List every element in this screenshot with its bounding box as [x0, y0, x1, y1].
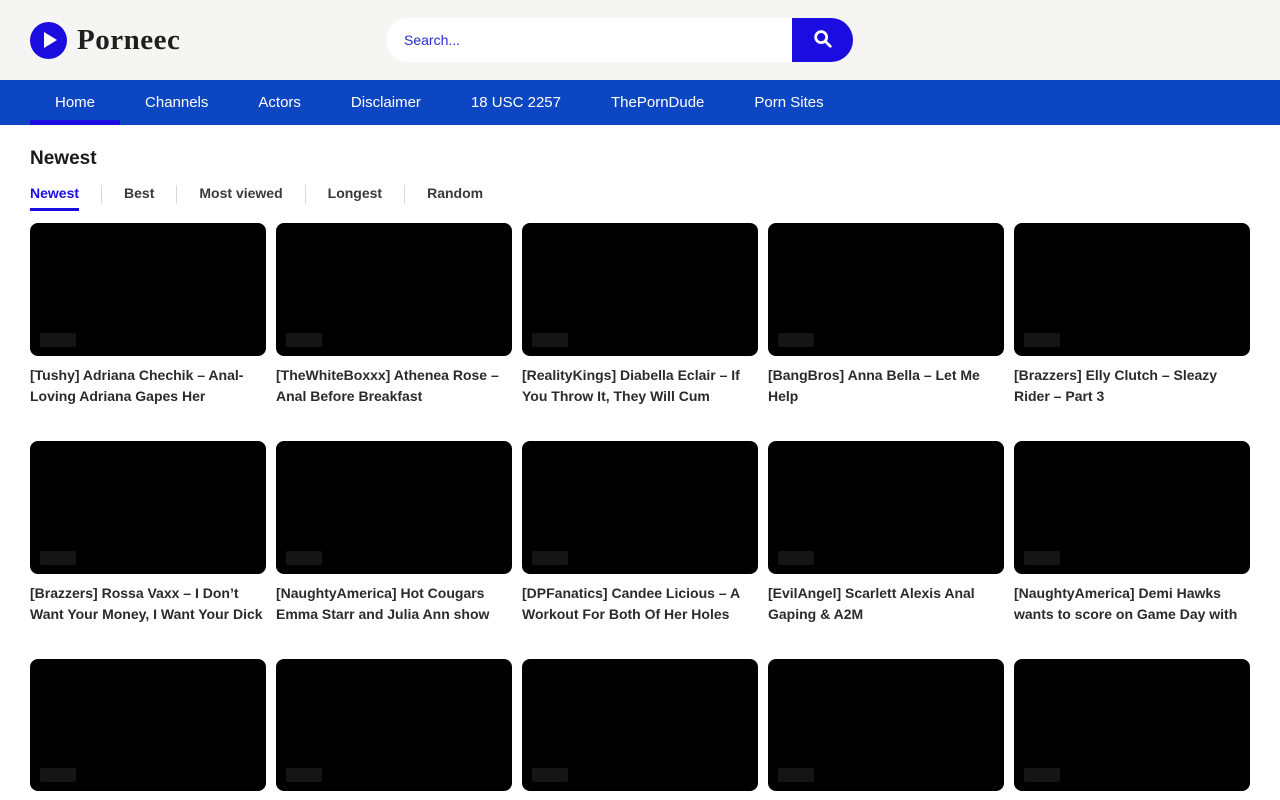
video-card[interactable]: [RealityKings] Diabella Eclair – If You … [522, 223, 758, 407]
nav-item-porn-sites[interactable]: Porn Sites [729, 80, 848, 125]
sort-tabs: Newest Best Most viewed Longest Random [30, 183, 1250, 211]
duration-badge [1024, 551, 1060, 565]
video-grid: [Tushy] Adriana Chechik – Anal-Loving Ad… [30, 223, 1250, 800]
duration-badge [532, 333, 568, 347]
video-title[interactable]: [TheWhiteBoxxx] Athenea Rose – Anal Befo… [276, 365, 512, 407]
video-title[interactable]: [NaughtyAmerica] Demi Hawks wants to sco… [1014, 583, 1250, 625]
main-nav: Home Channels Actors Disclaimer 18 USC 2… [0, 80, 1280, 125]
video-card[interactable] [30, 659, 266, 800]
duration-badge [286, 768, 322, 782]
duration-badge [40, 551, 76, 565]
video-thumbnail [30, 441, 266, 574]
site-logo[interactable]: Porneec [30, 22, 180, 59]
video-card[interactable]: [Brazzers] Rossa Vaxx – I Don’t Want You… [30, 441, 266, 625]
video-card[interactable]: [Brazzers] Elly Clutch – Sleazy Rider – … [1014, 223, 1250, 407]
video-thumbnail [522, 441, 758, 574]
main-content: Newest Newest Best Most viewed Longest R… [0, 148, 1280, 800]
video-title[interactable]: [NaughtyAmerica] Hot Cougars Emma Starr … [276, 583, 512, 625]
video-thumbnail [30, 223, 266, 356]
video-thumbnail [768, 441, 1004, 574]
video-card[interactable] [768, 659, 1004, 800]
duration-badge [286, 551, 322, 565]
duration-badge [40, 333, 76, 347]
brand-name: Porneec [77, 24, 180, 57]
video-thumbnail [522, 223, 758, 356]
video-thumbnail [30, 659, 266, 792]
tab-divider [404, 185, 405, 204]
search-icon [812, 28, 834, 53]
search-button[interactable] [792, 18, 853, 62]
video-thumbnail [276, 223, 512, 356]
nav-item-home[interactable]: Home [30, 80, 120, 125]
video-title[interactable]: [Tushy] Adriana Chechik – Anal-Loving Ad… [30, 365, 266, 407]
video-title[interactable]: [BangBros] Anna Bella – Let Me Help [768, 365, 1004, 407]
video-thumbnail [522, 659, 758, 792]
video-title[interactable]: [Brazzers] Rossa Vaxx – I Don’t Want You… [30, 583, 266, 625]
video-thumbnail [1014, 223, 1250, 356]
video-thumbnail [1014, 441, 1250, 574]
video-card[interactable] [276, 659, 512, 800]
duration-badge [286, 333, 322, 347]
tab-best[interactable]: Best [124, 183, 154, 211]
video-card[interactable]: [TheWhiteBoxxx] Athenea Rose – Anal Befo… [276, 223, 512, 407]
video-card[interactable]: [NaughtyAmerica] Demi Hawks wants to sco… [1014, 441, 1250, 625]
video-title[interactable]: [EvilAngel] Scarlett Alexis Anal Gaping … [768, 583, 1004, 625]
nav-item-channels[interactable]: Channels [120, 80, 233, 125]
duration-badge [778, 768, 814, 782]
tab-most-viewed[interactable]: Most viewed [199, 183, 282, 211]
duration-badge [778, 551, 814, 565]
video-title[interactable]: [RealityKings] Diabella Eclair – If You … [522, 365, 758, 407]
duration-badge [532, 551, 568, 565]
duration-badge [1024, 333, 1060, 347]
video-card[interactable]: [DPFanatics] Candee Licious – A Workout … [522, 441, 758, 625]
tab-divider [101, 185, 102, 204]
video-title[interactable]: [Brazzers] Elly Clutch – Sleazy Rider – … [1014, 365, 1250, 407]
video-thumbnail [768, 659, 1004, 792]
search-form [386, 18, 853, 62]
tab-newest[interactable]: Newest [30, 183, 79, 211]
video-card[interactable]: [NaughtyAmerica] Hot Cougars Emma Starr … [276, 441, 512, 625]
video-card[interactable] [522, 659, 758, 800]
duration-badge [778, 333, 814, 347]
tab-random[interactable]: Random [427, 183, 483, 211]
duration-badge [1024, 768, 1060, 782]
duration-badge [40, 768, 76, 782]
nav-item-actors[interactable]: Actors [233, 80, 326, 125]
video-thumbnail [1014, 659, 1250, 792]
tab-divider [305, 185, 306, 204]
nav-item-disclaimer[interactable]: Disclaimer [326, 80, 446, 125]
video-title[interactable]: [DPFanatics] Candee Licious – A Workout … [522, 583, 758, 625]
video-card[interactable]: [EvilAngel] Scarlett Alexis Anal Gaping … [768, 441, 1004, 625]
video-thumbnail [276, 659, 512, 792]
page-title: Newest [30, 148, 1250, 170]
video-thumbnail [768, 223, 1004, 356]
video-card[interactable]: [Tushy] Adriana Chechik – Anal-Loving Ad… [30, 223, 266, 407]
search-input[interactable] [386, 18, 792, 62]
nav-item-theporndude[interactable]: ThePornDude [586, 80, 729, 125]
nav-item-18-usc-2257[interactable]: 18 USC 2257 [446, 80, 586, 125]
video-card[interactable]: [BangBros] Anna Bella – Let Me Help [768, 223, 1004, 407]
video-card[interactable] [1014, 659, 1250, 800]
tab-divider [176, 185, 177, 204]
play-icon [30, 22, 67, 59]
tab-longest[interactable]: Longest [328, 183, 382, 211]
duration-badge [532, 768, 568, 782]
site-header: Porneec [0, 0, 1280, 80]
video-thumbnail [276, 441, 512, 574]
